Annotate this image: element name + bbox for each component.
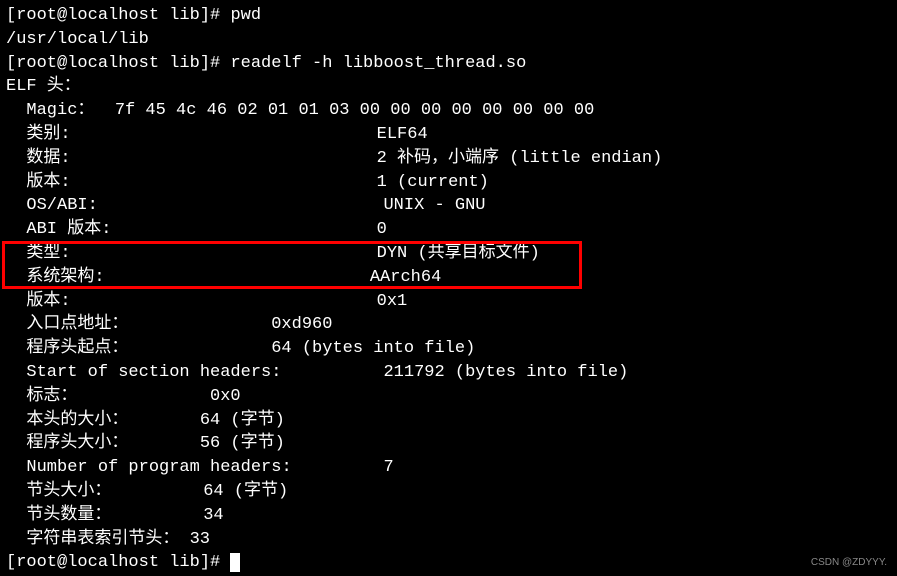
label: ABI 版本: <box>6 220 377 239</box>
label: 标志： <box>6 387 210 406</box>
value: 64 (bytes into file) <box>271 339 475 358</box>
value: AArch64 <box>370 268 441 287</box>
field-flags: 标志： 0x0 <box>6 385 897 409</box>
field-shstrndx: 字符串表索引节头： 33 <box>6 528 897 552</box>
field-magic: Magic： 7f 45 4c 46 02 01 01 03 00 00 00 … <box>6 99 897 123</box>
label: 节头数量： <box>6 506 203 525</box>
prompt-line-2: [root@localhost lib]# readelf -h libboos… <box>6 52 897 76</box>
shell-prompt: [root@localhost lib]# <box>6 553 230 572</box>
label: 类别: <box>6 125 377 144</box>
prompt-line-1: [root@localhost lib]# pwd <box>6 4 897 28</box>
value: 7f 45 4c 46 02 01 01 03 00 00 00 00 00 0… <box>115 101 605 120</box>
label: OS/ABI: <box>6 196 383 215</box>
field-data: 数据: 2 补码，小端序 (little endian) <box>6 147 897 171</box>
value: DYN (共享目标文件) <box>377 244 540 263</box>
command-readelf: readelf -h libboost_thread.so <box>230 54 526 73</box>
value: 34 <box>203 506 223 525</box>
cursor-icon <box>230 553 240 572</box>
field-osabi: OS/ABI: UNIX - GNU <box>6 194 897 218</box>
value: 64 (字节) <box>203 482 288 501</box>
watermark-text: CSDN @ZDYYY. <box>811 556 887 570</box>
value: 1 (current) <box>377 173 489 192</box>
field-machine: 系统架构: AArch64 <box>6 266 897 290</box>
field-phnum: Number of program headers: 7 <box>6 456 897 480</box>
field-type: 类型: DYN (共享目标文件) <box>6 242 897 266</box>
label: 版本: <box>6 173 377 192</box>
label: 程序头大小： <box>6 434 200 453</box>
label: 系统架构: <box>6 268 370 287</box>
label: 类型: <box>6 244 377 263</box>
field-version: 版本: 1 (current) <box>6 171 897 195</box>
value: UNIX - GNU <box>383 196 485 215</box>
value: 33 <box>190 530 210 549</box>
label: 入口点地址： <box>6 315 271 334</box>
shell-prompt: [root@localhost lib]# <box>6 54 230 73</box>
field-class: 类别: ELF64 <box>6 123 897 147</box>
field-shoff: Start of section headers: 211792 (bytes … <box>6 361 897 385</box>
value: 0xd960 <box>271 315 332 334</box>
label: Start of section headers: <box>6 363 383 382</box>
label: Magic： <box>6 101 115 120</box>
field-shsize: 节头大小： 64 (字节) <box>6 480 897 504</box>
value: 0x0 <box>210 387 241 406</box>
pwd-output: /usr/local/lib <box>6 28 897 52</box>
prompt-line-3[interactable]: [root@localhost lib]# <box>6 551 897 575</box>
field-phoff: 程序头起点： 64 (bytes into file) <box>6 337 897 361</box>
field-phsize: 程序头大小： 56 (字节) <box>6 432 897 456</box>
command-pwd: pwd <box>230 6 261 25</box>
label: 数据: <box>6 149 377 168</box>
value: 0x1 <box>377 292 408 311</box>
field-abi-version: ABI 版本: 0 <box>6 218 897 242</box>
shell-prompt: [root@localhost lib]# <box>6 6 230 25</box>
value: 2 补码，小端序 (little endian) <box>377 149 663 168</box>
value: 64 (字节) <box>200 411 285 430</box>
value: 0 <box>377 220 387 239</box>
label: 程序头起点： <box>6 339 271 358</box>
label: 节头大小： <box>6 482 203 501</box>
field-ehsize: 本头的大小： 64 (字节) <box>6 409 897 433</box>
label: 版本: <box>6 292 377 311</box>
field-version-hex: 版本: 0x1 <box>6 290 897 314</box>
label: 本头的大小： <box>6 411 200 430</box>
elf-header-title: ELF 头： <box>6 75 897 99</box>
field-shnum: 节头数量： 34 <box>6 504 897 528</box>
field-entry: 入口点地址： 0xd960 <box>6 313 897 337</box>
value: 7 <box>383 458 393 477</box>
label: 字符串表索引节头： <box>6 530 190 549</box>
value: ELF64 <box>377 125 428 144</box>
value: 211792 (bytes into file) <box>383 363 628 382</box>
value: 56 (字节) <box>200 434 285 453</box>
label: Number of program headers: <box>6 458 383 477</box>
